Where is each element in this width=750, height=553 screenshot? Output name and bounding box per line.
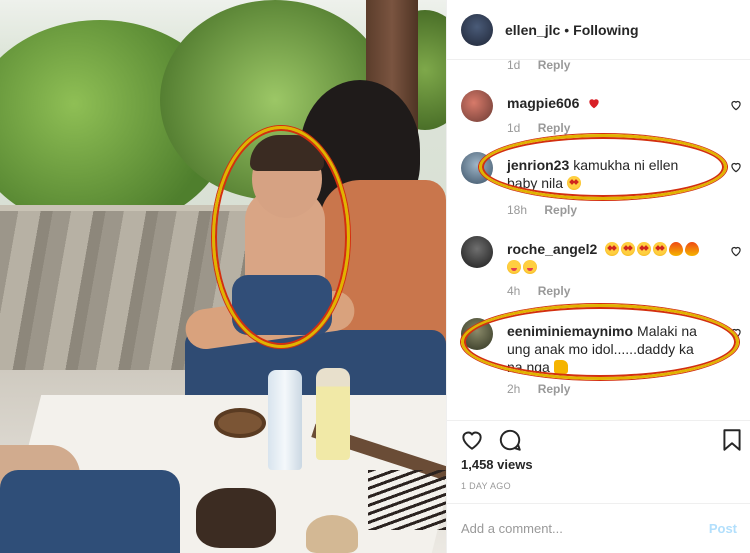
reply-link[interactable]: Reply	[538, 60, 571, 72]
post-actions: 1,458 views 1 DAY AGO	[447, 420, 750, 510]
post-header: ellen_jlc • Following	[447, 0, 750, 60]
water-bottle	[268, 370, 302, 470]
clay-pot	[196, 488, 276, 548]
like-comment-heart-icon[interactable]	[729, 160, 743, 174]
comment-meta: 2h Reply	[507, 382, 584, 396]
bookmark-icon[interactable]	[719, 427, 745, 453]
highlight-circle-comment	[479, 134, 727, 200]
red-heart-emoji	[589, 99, 599, 109]
owner-username[interactable]: ellen_jlc	[505, 22, 560, 38]
highlight-circle-child	[212, 126, 350, 348]
reply-link[interactable]: Reply	[544, 203, 577, 217]
fire-emoji	[685, 242, 700, 256]
comment-text: roche_angel2	[507, 240, 712, 276]
comments-list[interactable]: 1d Reply magpie606 1d Reply jenrion23 ka…	[447, 60, 750, 420]
comment-meta: 4h Reply	[507, 284, 584, 298]
follow-status[interactable]: Following	[573, 22, 638, 38]
post-comment-button[interactable]: Post	[709, 521, 737, 536]
cup	[306, 515, 358, 553]
star-struck-emoji	[621, 242, 636, 256]
highlight-circle-comment	[461, 304, 739, 380]
add-comment-bar: Post	[447, 503, 750, 553]
commenter-avatar[interactable]	[461, 236, 493, 268]
post-video[interactable]	[0, 0, 446, 553]
comment-time: 1d	[507, 60, 521, 72]
comment-bubble-icon[interactable]	[497, 427, 523, 453]
comment-meta: 18h Reply	[507, 203, 591, 217]
like-heart-icon[interactable]	[459, 427, 485, 453]
comment-time: 4h	[507, 284, 521, 298]
views-count[interactable]: 1,458 views	[461, 457, 533, 472]
like-comment-heart-icon[interactable]	[729, 244, 743, 258]
post-date[interactable]: 1 DAY AGO	[461, 481, 511, 491]
commenter-avatar[interactable]	[461, 90, 493, 122]
comment-time: 18h	[507, 203, 528, 217]
reply-link[interactable]: Reply	[538, 284, 571, 298]
yum-emoji	[523, 260, 537, 274]
owner-avatar[interactable]	[461, 13, 493, 46]
comment-input[interactable]	[461, 521, 709, 536]
yum-emoji	[507, 260, 521, 274]
blanket	[0, 470, 180, 553]
comment-time: 1d	[507, 121, 521, 135]
incense-sticks	[368, 470, 446, 530]
comment-text: magpie606	[507, 94, 712, 112]
partial-comment-meta: 1d Reply	[507, 60, 570, 72]
fire-emoji	[669, 242, 684, 256]
comment-username[interactable]: roche_angel2	[507, 241, 597, 257]
comment-meta: 1d Reply	[507, 121, 584, 135]
comment-time: 2h	[507, 382, 521, 396]
like-comment-heart-icon[interactable]	[729, 98, 743, 112]
post-sidebar: ellen_jlc • Following 1d Reply magpie606…	[446, 0, 750, 553]
star-struck-emoji	[605, 242, 620, 256]
comment-username[interactable]: magpie606	[507, 95, 579, 111]
star-struck-emoji	[653, 242, 668, 256]
baby-bottle	[316, 368, 350, 460]
reply-link[interactable]: Reply	[538, 382, 571, 396]
small-bowl	[214, 408, 266, 438]
reply-link[interactable]: Reply	[538, 121, 571, 135]
separator-dot: •	[564, 21, 570, 38]
star-struck-emoji	[637, 242, 652, 256]
